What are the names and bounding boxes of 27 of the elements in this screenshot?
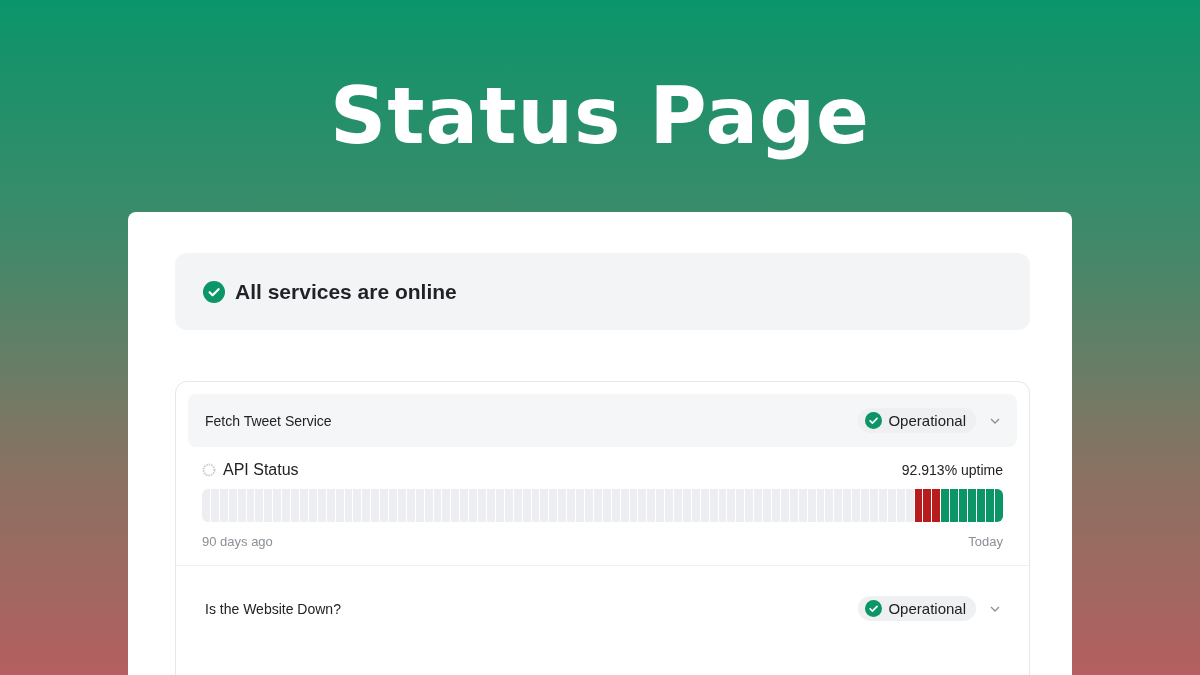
day-bar[interactable] <box>985 489 994 522</box>
day-bar[interactable] <box>950 489 959 522</box>
day-bar[interactable] <box>994 489 1003 522</box>
status-badge: Operational <box>858 596 976 621</box>
banner-text: All services are online <box>235 279 457 304</box>
service-header[interactable]: Is the Website Down? Operational <box>188 582 1017 635</box>
day-bar[interactable] <box>967 489 976 522</box>
axis-start-label: 90 days ago <box>202 534 273 549</box>
day-bar[interactable] <box>914 489 923 522</box>
service-name: Fetch Tweet Service <box>205 412 333 429</box>
day-bar[interactable] <box>923 489 932 522</box>
monitor-name: API Status <box>223 461 300 479</box>
check-icon <box>203 280 225 303</box>
check-icon <box>865 600 883 617</box>
page-title: Status Page <box>330 70 870 163</box>
service-name: Is the Website Down? <box>205 600 342 617</box>
day-bar[interactable] <box>932 489 941 522</box>
chevron-icon[interactable] <box>990 417 1000 424</box>
loading-icon <box>202 463 216 477</box>
chevron-icon[interactable] <box>990 605 1000 612</box>
status-badge: Operational <box>858 408 976 433</box>
axis-end-label: Today <box>968 534 1003 549</box>
service-header[interactable]: Fetch Tweet Service Operational <box>188 394 1017 447</box>
uptime-text: 92.913% uptime <box>901 462 1003 478</box>
day-bar[interactable] <box>941 489 950 522</box>
check-icon <box>865 412 883 429</box>
day-bar[interactable] <box>976 489 985 522</box>
